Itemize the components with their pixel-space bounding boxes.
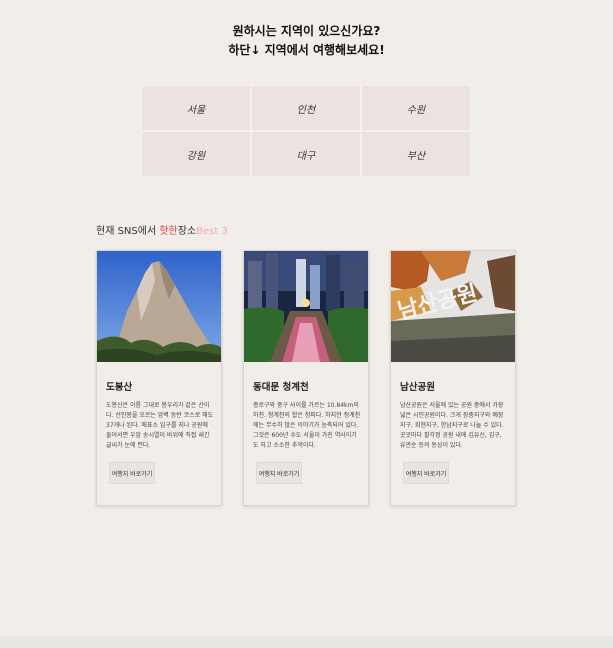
place-card-namsan-park: 남산공원 남산공원 남산공원은 서울에 있는 공원 중에서 가장 넓은 시민공원… <box>390 250 516 506</box>
hero-line-2: 하단↓ 지역에서 여행해보세요! <box>228 43 385 57</box>
hero-line-1: 원하시는 지역이 있으신가요? <box>232 24 381 38</box>
section-title-best: Best 3 <box>196 226 228 237</box>
card-description: 남산공원은 서울에 있는 공원 중에서 가장 넓은 시민공원이다. 크게 장충지… <box>400 402 504 449</box>
region-incheon[interactable]: 인천 <box>251 85 361 131</box>
region-daegu[interactable]: 대구 <box>251 131 361 177</box>
region-gangwon[interactable]: 강원 <box>141 131 251 177</box>
card-description: 도봉산은 이름 그대로 봉우리가 같은 산이다. 선인봉을 오르는 암벽 등반 … <box>106 402 214 449</box>
mountain-rock-photo <box>97 251 221 362</box>
go-to-destination-button[interactable]: 여행지 바로가기 <box>109 462 155 484</box>
footer-bar <box>0 636 613 648</box>
section-title: 현재 SNS에서 핫한장소Best 3 <box>96 222 228 237</box>
card-title: 동대문 청계천 <box>253 382 309 393</box>
card-description: 종로구와 중구 사이를 가르는 10.84km의 하천. 청계천의 합은 청피다… <box>253 402 361 449</box>
region-suwon[interactable]: 수원 <box>361 85 471 131</box>
namsan-park-sign-photo: 남산공원 <box>391 251 515 362</box>
section-title-prefix: 현재 SNS에서 <box>96 226 160 237</box>
hero-title: 원하시는 지역이 있으신가요? 하단↓ 지역에서 여행해보세요! <box>0 22 613 60</box>
section-title-middle: 장소 <box>177 226 197 237</box>
place-card-cheonggyecheon: 동대문 청계천 종로구와 중구 사이를 가르는 10.84km의 하천. 청계천… <box>243 250 369 506</box>
region-busan[interactable]: 부산 <box>361 131 471 177</box>
section-title-hot: 핫한 <box>159 226 178 237</box>
cheonggyecheon-night-stream-photo <box>244 251 368 362</box>
place-card-dobongsan: 도봉산 도봉산은 이름 그대로 봉우리가 같은 산이다. 선인봉을 오르는 암벽… <box>96 250 222 506</box>
card-title: 도봉산 <box>106 382 133 393</box>
go-to-destination-button[interactable]: 여행지 바로가기 <box>403 462 449 484</box>
card-title: 남산공원 <box>400 382 435 393</box>
region-grid: 서울 인천 수원 강원 대구 부산 <box>141 85 471 177</box>
region-seoul[interactable]: 서울 <box>141 85 251 131</box>
go-to-destination-button[interactable]: 여행지 바로가기 <box>256 462 302 484</box>
